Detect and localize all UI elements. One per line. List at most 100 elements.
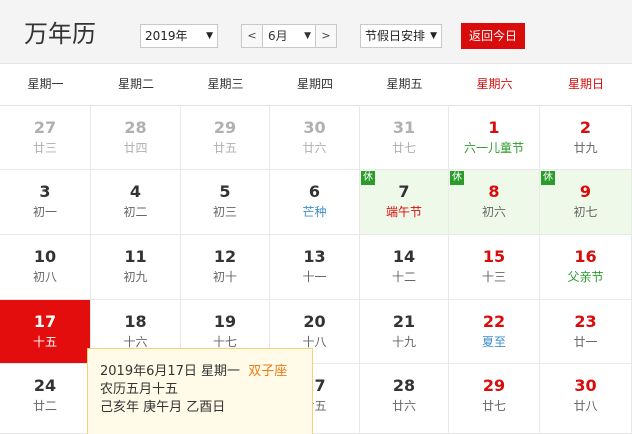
- calendar-day[interactable]: 1 六一儿童节: [449, 106, 540, 170]
- calendar-day[interactable]: 13 十一: [270, 235, 360, 300]
- solar-date: 29: [482, 376, 506, 395]
- lunar-date: 十一: [302, 270, 327, 284]
- calendar-day[interactable]: 29 廿七: [449, 364, 540, 434]
- year-select-value: 2019年: [145, 29, 188, 43]
- lunar-date: 十三: [481, 270, 506, 284]
- calendar-day[interactable]: 15 十三: [449, 235, 540, 300]
- solar-date: 2: [579, 118, 592, 137]
- lunar-date: 初九: [123, 270, 148, 284]
- solar-date: 31: [392, 118, 416, 137]
- lunar-date: 父亲节: [567, 270, 604, 284]
- solar-date: 19: [213, 312, 237, 331]
- solar-date: 10: [33, 247, 57, 266]
- lunar-date: 初三: [212, 205, 237, 219]
- lunar-date: 廿九: [573, 141, 598, 155]
- rest-day-badge: 休: [450, 171, 464, 185]
- solar-date: 7: [398, 182, 410, 201]
- solar-date: 8: [488, 182, 500, 201]
- lunar-date: 初一: [32, 205, 57, 219]
- calendar-day[interactable]: 31 廿七: [360, 106, 449, 170]
- weekday-tuesday: 星期二: [117, 77, 154, 91]
- solar-date: 20: [303, 312, 326, 331]
- calendar-day[interactable]: 休 8 初六: [449, 170, 540, 235]
- lunar-date: 初七: [573, 205, 598, 219]
- calendar-day[interactable]: 21 十九: [360, 300, 449, 364]
- calendar-day[interactable]: 5 初三: [181, 170, 270, 235]
- solar-date: 30: [574, 376, 597, 395]
- holiday-select-value: 节假日安排: [365, 29, 426, 43]
- solar-date: 3: [39, 182, 51, 201]
- calendar-day[interactable]: 休 9 初七: [540, 170, 632, 235]
- lunar-date: 廿一: [573, 335, 598, 349]
- weekday-thursday: 星期四: [296, 77, 333, 91]
- solar-date: 13: [303, 247, 326, 266]
- calendar-day[interactable]: 14 十二: [360, 235, 449, 300]
- month-select[interactable]: 6月 ▼: [262, 24, 316, 48]
- calendar-day[interactable]: 2 廿九: [540, 106, 632, 170]
- popup-date: 2019年6月17日 星期一: [100, 364, 241, 379]
- calendar-day[interactable]: 23 廿一: [540, 300, 632, 364]
- lunar-date: 初六: [481, 205, 506, 219]
- solar-date: 29: [213, 118, 237, 137]
- date-detail-popup: 2019年6月17日 星期一 双子座 农历五月十五 己亥年 庚午月 乙酉日: [87, 348, 313, 434]
- calendar-day-today[interactable]: 17 十五: [0, 300, 91, 364]
- calendar-day[interactable]: 29 廿五: [181, 106, 270, 170]
- solar-date: 5: [219, 182, 231, 201]
- solar-date: 15: [482, 247, 506, 266]
- prev-month-button[interactable]: <: [241, 24, 263, 48]
- rest-day-badge: 休: [361, 171, 375, 185]
- lunar-date: 夏至: [481, 335, 506, 349]
- calendar-day[interactable]: 22 夏至: [449, 300, 540, 364]
- solar-date: 24: [33, 376, 57, 395]
- lunar-date: 廿七: [481, 399, 506, 413]
- calendar-day[interactable]: 11 初九: [91, 235, 181, 300]
- holiday-select[interactable]: 节假日安排 ▼: [360, 24, 442, 48]
- calendar-day[interactable]: 28 廿四: [91, 106, 181, 170]
- weekday-header-row: 星期一 星期二 星期三 星期四 星期五 星期六 星期日: [0, 64, 632, 106]
- calendar-day[interactable]: 4 初二: [91, 170, 181, 235]
- lunar-date: 初十: [212, 270, 237, 284]
- calendar-day[interactable]: 12 初十: [181, 235, 270, 300]
- chevron-down-icon: ▼: [430, 31, 437, 41]
- solar-date: 12: [213, 247, 237, 266]
- calendar-day[interactable]: 3 初一: [0, 170, 91, 235]
- calendar-day[interactable]: 24 廿二: [0, 364, 91, 434]
- calendar-day[interactable]: 30 廿八: [540, 364, 632, 434]
- solar-date: 27: [33, 118, 57, 137]
- lunar-date: 廿八: [573, 399, 598, 413]
- calendar-header: 万年历 2019年 ▼ < 6月 ▼ > 节假日安排 ▼ 返回今日: [0, 0, 632, 64]
- lunar-date: 端午节: [385, 205, 422, 219]
- lunar-date: 初二: [123, 205, 148, 219]
- solar-date: 21: [392, 312, 416, 331]
- lunar-date: 十五: [32, 335, 57, 349]
- calendar-day[interactable]: 休 7 端午节: [360, 170, 449, 235]
- calendar-day[interactable]: 30 廿六: [270, 106, 360, 170]
- solar-date: 9: [579, 182, 592, 201]
- solar-date: 4: [129, 182, 142, 201]
- solar-date: 23: [574, 312, 597, 331]
- lunar-date: 六一儿童节: [463, 141, 524, 155]
- next-month-button[interactable]: >: [315, 24, 337, 48]
- back-to-today-button[interactable]: 返回今日: [461, 23, 525, 49]
- lunar-date: 芒种: [302, 205, 327, 219]
- lunar-date: 廿四: [123, 141, 148, 155]
- calendar-day[interactable]: 6 芒种: [270, 170, 360, 235]
- calendar-day[interactable]: 27 廿三: [0, 106, 91, 170]
- solar-date: 18: [124, 312, 147, 331]
- popup-lunar-line: 农历五月十五: [100, 382, 179, 397]
- solar-date: 6: [308, 182, 321, 201]
- calendar-day[interactable]: 28 廿六: [360, 364, 449, 434]
- weekday-saturday: 星期六: [476, 77, 513, 91]
- weekday-sunday: 星期日: [567, 77, 604, 91]
- solar-date: 11: [124, 247, 147, 266]
- solar-date: 22: [482, 312, 506, 331]
- month-selector: < 6月 ▼ >: [241, 24, 337, 48]
- year-select[interactable]: 2019年 ▼: [140, 24, 218, 48]
- app-title: 万年历: [24, 20, 96, 48]
- calendar-day[interactable]: 10 初八: [0, 235, 91, 300]
- weekday-friday: 星期五: [386, 77, 423, 91]
- lunar-date: 廿六: [302, 141, 327, 155]
- lunar-date: 廿六: [391, 399, 416, 413]
- calendar-day[interactable]: 16 父亲节: [540, 235, 632, 300]
- popup-ganzhi-line: 己亥年 庚午月 乙酉日: [100, 400, 226, 415]
